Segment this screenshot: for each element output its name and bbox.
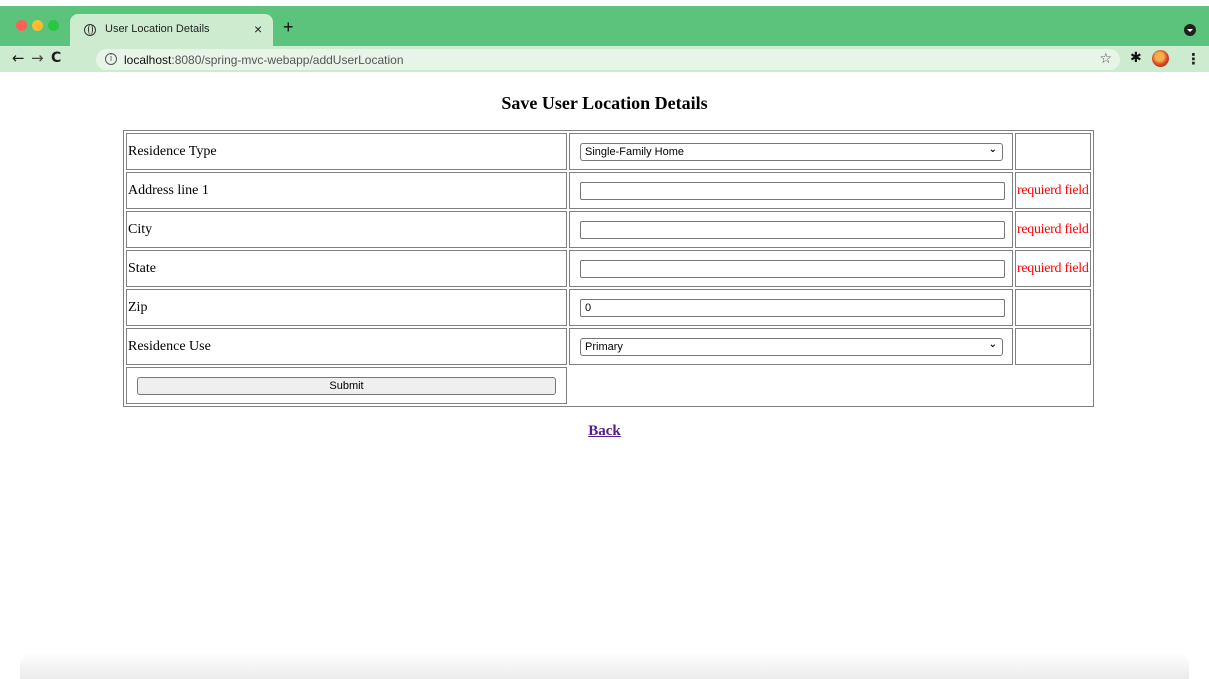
minimize-window-button[interactable] (32, 20, 43, 31)
browser-tab-active[interactable]: User Location Details × (70, 14, 273, 46)
form-row-state: State requierd field (126, 250, 1091, 287)
residence-use-cell: Primary ⌄ (569, 328, 1013, 365)
form-row-zip: Zip (126, 289, 1091, 326)
state-error: requierd field (1015, 250, 1091, 287)
address-line-1-label: Address line 1 (126, 172, 567, 209)
zip-error (1015, 289, 1091, 326)
state-label: State (126, 250, 567, 287)
residence-type-label: Residence Type (126, 133, 567, 170)
city-cell (569, 211, 1013, 248)
form-row-residence-use: Residence Use Primary ⌄ (126, 328, 1091, 365)
url-text[interactable]: localhost:8080/spring-mvc-webapp/addUser… (124, 53, 404, 67)
city-label: City (126, 211, 567, 248)
residence-use-label: Residence Use (126, 328, 567, 365)
site-info-icon[interactable]: i (105, 53, 117, 65)
address-line-1-input[interactable] (580, 181, 1005, 200)
residence-use-selected-value: Primary (585, 340, 623, 353)
back-link-container: Back (0, 423, 1209, 440)
chrome-profile-icon[interactable] (1184, 24, 1196, 36)
avatar[interactable] (1152, 50, 1169, 67)
city-error: requierd field (1015, 211, 1091, 248)
residence-type-select[interactable]: Single-Family Home ⌄ (580, 142, 1003, 161)
location-form-table: Residence Type Single-Family Home ⌄ Addr… (123, 130, 1094, 407)
empty-cell (569, 367, 1091, 404)
globe-icon (84, 24, 96, 36)
address-bar[interactable]: i localhost:8080/spring-mvc-webapp/addUs… (96, 49, 1120, 70)
maximize-window-button[interactable] (48, 20, 59, 31)
submit-button[interactable]: Submit (137, 376, 556, 395)
residence-use-error (1015, 328, 1091, 365)
back-link[interactable]: Back (588, 423, 621, 439)
tab-strip: User Location Details × + (0, 6, 1209, 46)
extensions-puzzle-icon[interactable]: ✱ (1130, 50, 1142, 66)
bookmark-star-icon[interactable]: ☆ (1099, 51, 1112, 67)
zip-cell (569, 289, 1013, 326)
state-cell (569, 250, 1013, 287)
address-line-1-error: requierd field (1015, 172, 1091, 209)
zip-input[interactable] (580, 298, 1005, 317)
reload-icon[interactable]: C (51, 49, 61, 67)
residence-type-cell: Single-Family Home ⌄ (569, 133, 1013, 170)
forward-arrow-icon[interactable]: → (31, 49, 44, 67)
back-arrow-icon[interactable]: ← (12, 49, 25, 67)
url-path: :8080/spring-mvc-webapp/addUserLocation (171, 53, 404, 67)
submit-cell: Submit (126, 367, 567, 404)
browser-toolbar: ← → C i localhost:8080/spring-mvc-webapp… (0, 46, 1209, 72)
tab-close-icon[interactable]: × (254, 21, 262, 37)
new-tab-button[interactable]: + (283, 18, 294, 36)
chevron-down-icon: ⌄ (988, 338, 997, 350)
form-row-city: City requierd field (126, 211, 1091, 248)
browser-menu-icon[interactable]: ⋮ (1186, 50, 1201, 68)
tab-title: User Location Details (105, 23, 210, 35)
residence-type-error (1015, 133, 1091, 170)
city-input[interactable] (580, 220, 1005, 239)
close-window-button[interactable] (16, 20, 27, 31)
url-host: localhost (124, 53, 172, 67)
form-row-address-line-1: Address line 1 requierd field (126, 172, 1091, 209)
residence-type-selected-value: Single-Family Home (585, 145, 685, 158)
form-row-residence-type: Residence Type Single-Family Home ⌄ (126, 133, 1091, 170)
residence-use-select[interactable]: Primary ⌄ (580, 337, 1003, 356)
bottom-shadow (20, 652, 1189, 679)
state-input[interactable] (580, 259, 1005, 278)
address-line-1-cell (569, 172, 1013, 209)
form-row-submit: Submit (126, 367, 1091, 404)
zip-label: Zip (126, 289, 567, 326)
page-title: Save User Location Details (501, 93, 708, 113)
chevron-down-icon: ⌄ (988, 143, 997, 155)
